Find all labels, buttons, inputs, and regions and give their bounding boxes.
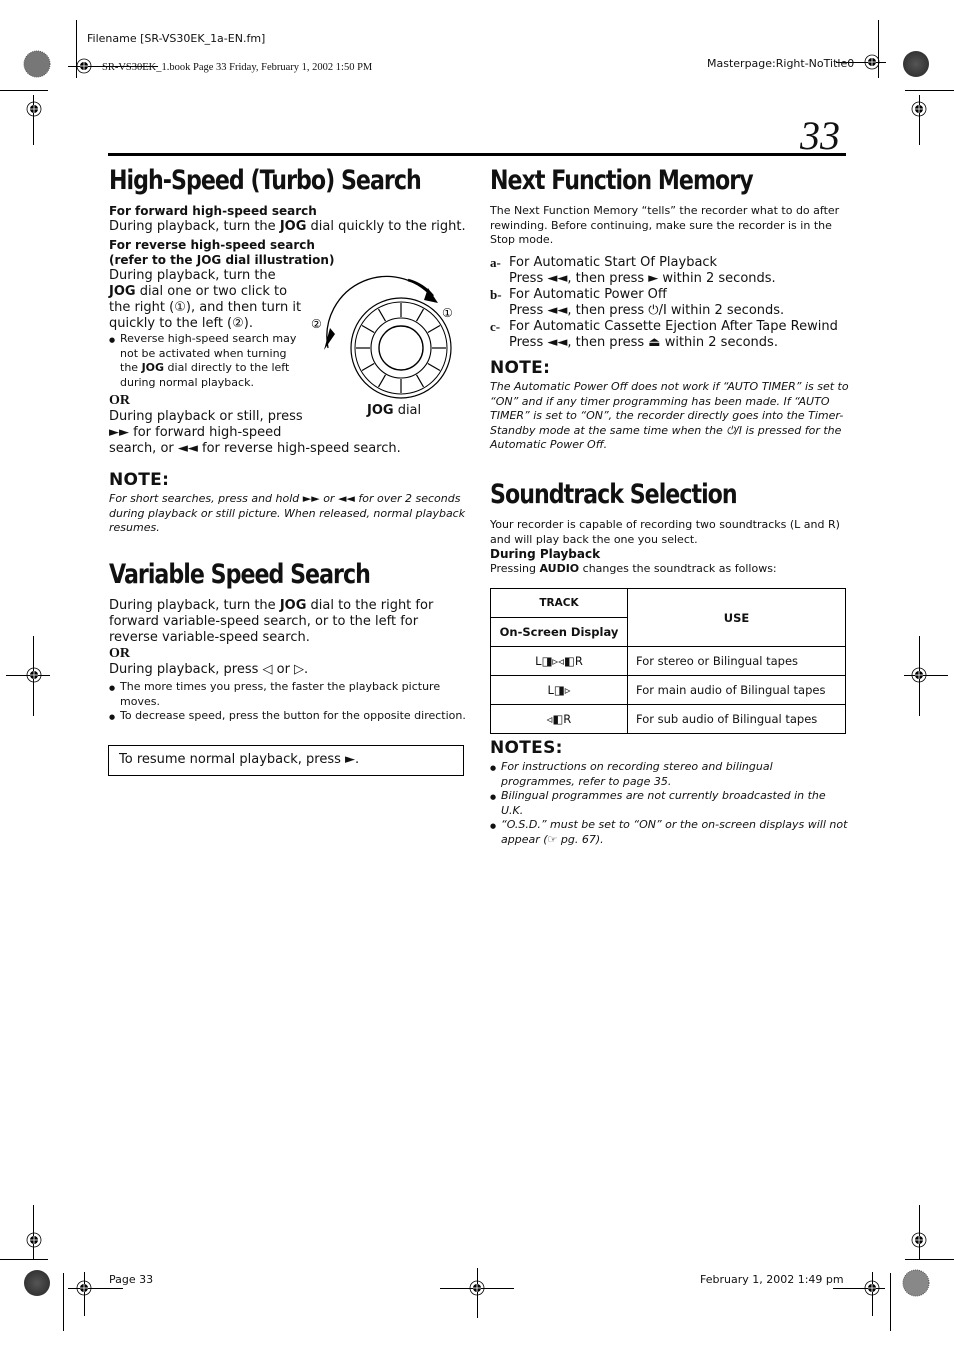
- note-heading: NOTE:: [109, 470, 170, 490]
- registration-target-icon: [469, 1280, 485, 1296]
- registration-target-icon: [26, 1232, 42, 1248]
- use-cell: For main audio of Bilingual tapes: [627, 675, 846, 705]
- color-target-icon: [23, 50, 51, 78]
- dial-spoke: [361, 362, 375, 372]
- variable-speed-section: Variable Speed Search During playback, t…: [109, 560, 469, 724]
- soundtrack-intro: Your recorder is capable of recording tw…: [490, 518, 840, 546]
- dial-spoke: [427, 324, 441, 334]
- color-target-icon: [903, 51, 929, 77]
- registration-target-icon: [76, 58, 92, 74]
- footer-page-label: Page 33: [109, 1273, 154, 1286]
- display-cell: L◨▹◃◧R: [490, 646, 628, 676]
- notes-heading: NOTES:: [490, 738, 563, 758]
- registration-target-icon: [26, 101, 42, 117]
- note-heading: NOTE:: [490, 358, 551, 378]
- use-cell: For stereo or Bilingual tapes: [627, 646, 846, 676]
- dial-spoke: [377, 374, 387, 388]
- bullet-item: To decrease speed, press the button for …: [109, 709, 469, 724]
- registration-target-icon: [911, 1232, 927, 1248]
- or-label: OR: [109, 646, 130, 661]
- table-row: ◃◧R For sub audio of Bilingual tapes: [490, 704, 846, 734]
- dial-spoke: [377, 308, 387, 322]
- use-cell: For sub audio of Bilingual tapes: [627, 704, 846, 734]
- during-playback-label: During Playback: [490, 547, 601, 561]
- bullet-item: The more times you press, the faster the…: [109, 680, 469, 709]
- dial-spoke: [415, 308, 425, 322]
- jog-dial-caption: JOG dial: [367, 403, 422, 418]
- registration-target-icon: [864, 54, 880, 70]
- note-text: The Automatic Power Off does not work if…: [490, 380, 849, 451]
- registration-target-icon: [26, 667, 42, 683]
- memory-note: NOTE: The Automatic Power Off does not w…: [490, 358, 850, 453]
- table-row: L◨▹ For main audio of Bilingual tapes: [490, 675, 846, 705]
- note-item: For instructions on recording stereo and…: [490, 760, 850, 789]
- resume-playback-box: To resume normal playback, press ►.: [108, 745, 464, 776]
- soundtrack-notes: NOTES: For instructions on recording ste…: [490, 738, 850, 847]
- dial-spoke: [427, 362, 441, 372]
- dial-mark-2: ②: [311, 317, 322, 331]
- reverse-heading: For reverse high-speed search (refer to t…: [109, 238, 335, 267]
- memory-item: a- For Automatic Start Of Playback Press…: [490, 254, 776, 286]
- memory-list: a- For Automatic Start Of Playback Press…: [490, 255, 850, 351]
- table-row: L◨▹◃◧R For stereo or Bilingual tapes: [490, 646, 846, 676]
- header-display: On-Screen Display: [490, 617, 628, 647]
- section-title: Variable Speed Search: [109, 559, 371, 590]
- registration-target-icon: [76, 1280, 92, 1296]
- dial-mark-1: ①: [442, 306, 453, 320]
- variable-text: During playback, turn the JOG dial to th…: [109, 598, 434, 645]
- registration-target-icon: [911, 101, 927, 117]
- soundtrack-section: Soundtrack Selection Your recorder is ca…: [490, 480, 850, 577]
- note-item: Bilingual programmes are not currently b…: [490, 789, 850, 818]
- header-use: USE: [627, 588, 846, 647]
- arrow-left-icon: [324, 328, 335, 350]
- jog-dial-illustration: ① ②: [311, 275, 453, 399]
- note-item: “O.S.D.” must be set to “ON” or the on-s…: [490, 818, 850, 847]
- table-header-row: TRACK USE: [490, 588, 846, 647]
- header-rule: [108, 153, 846, 156]
- next-function-memory-section: Next Function Memory The Next Function M…: [490, 166, 850, 351]
- book-info: SR-VS30EK_1.book Page 33 Friday, Februar…: [102, 62, 373, 73]
- memory-item: b- For Automatic Power Off Press ◄◄, the…: [490, 286, 785, 318]
- memory-item: c- For Automatic Cassette Ejection After…: [490, 318, 838, 350]
- press-text: During playback, press ◁ or ▷.: [109, 662, 309, 677]
- forward-heading: For forward high-speed search: [109, 204, 317, 218]
- registration-target-icon: [911, 667, 927, 683]
- registration-target-icon: [864, 1280, 880, 1296]
- reverse-bullet: Reverse high-speed search may not be act…: [109, 332, 300, 390]
- page-number: 33: [800, 113, 840, 158]
- forward-text: During playback, turn the JOG dial quick…: [109, 219, 466, 234]
- dial-spoke: [361, 324, 375, 334]
- soundtrack-table: TRACK USE On-Screen Display L◨▹◃◧R For s…: [490, 588, 846, 734]
- section-title: High-Speed (Turbo) Search: [109, 165, 422, 196]
- masterpage-label: Masterpage:Right-NoTitle0: [707, 57, 855, 70]
- color-target-icon: [24, 1270, 50, 1296]
- color-target-icon: [902, 1269, 930, 1297]
- section-title: Soundtrack Selection: [490, 479, 738, 510]
- audio-text: Pressing AUDIO changes the soundtrack as…: [490, 562, 777, 575]
- filename-label: Filename [SR-VS30EK_1a-EN.fm]: [87, 32, 266, 45]
- note-text: For short searches, press and hold ►► or…: [109, 492, 466, 534]
- section-title: Next Function Memory: [490, 165, 754, 196]
- memory-intro: The Next Function Memory “tells” the rec…: [490, 204, 840, 246]
- header-track: TRACK: [490, 588, 628, 618]
- display-cell: L◨▹: [490, 675, 628, 705]
- turbo-note: NOTE: For short searches, press and hold…: [109, 470, 469, 536]
- display-cell: ◃◧R: [490, 704, 628, 734]
- dial-spoke: [415, 374, 425, 388]
- footer-date: February 1, 2002 1:49 pm: [700, 1273, 844, 1286]
